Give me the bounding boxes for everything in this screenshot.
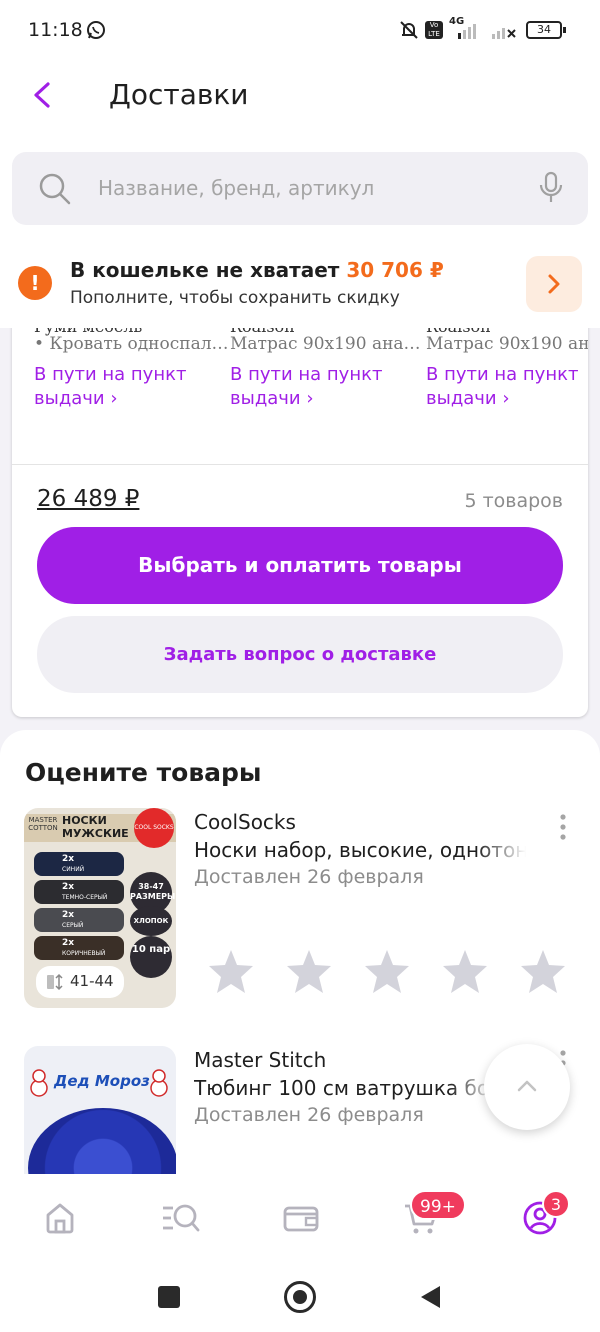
star-icon[interactable] [440, 948, 490, 1000]
pay-button-label: Выбрать и оплатить товары [138, 553, 462, 577]
cart-badge: 99+ [410, 1190, 466, 1220]
pairs-circle: 10 пар [130, 936, 172, 978]
row-3: 2x СЕРЫЙ [62, 910, 83, 931]
order-item-3-status[interactable]: В пути на пункт выдачи › [426, 363, 588, 411]
wallet-title: В кошельке не хватает [70, 258, 340, 282]
divider [12, 464, 588, 465]
warning-icon: ! [18, 266, 52, 300]
product-name: Тюбинг 100 см ватрушка большая [194, 1076, 494, 1100]
row-1: 2x СИНИЙ [62, 854, 84, 875]
wallet-subtitle: Пополните, чтобы сохранить скидку [70, 288, 400, 308]
order-item-1-status[interactable]: В пути на пункт выдачи › [34, 363, 209, 411]
order-item-2-name: Матрас 90х190 ана… [230, 334, 421, 354]
status-bar: 11:18 Vo LTE 4G 34 [0, 0, 600, 60]
whatsapp-icon [86, 20, 106, 44]
order-item-3-name: Матрас 90х190 ана [426, 334, 588, 354]
chevron-up-icon [513, 1074, 541, 1102]
brand-logo-text: MASTER COTTON [28, 816, 58, 832]
star-icon[interactable] [518, 948, 568, 1000]
status-time: 11:18 [28, 19, 83, 41]
star-icon[interactable] [362, 948, 412, 1000]
product-brand: CoolSocks [194, 810, 296, 834]
product-image[interactable]: Дед Мороз [24, 1046, 176, 1190]
search-bar[interactable]: Название, бренд, артикул [12, 152, 588, 225]
battery-tip [563, 27, 566, 33]
catalog-search-icon[interactable] [160, 1200, 202, 1240]
row-1-color: СИНИЙ [62, 866, 85, 873]
scroll-to-top-button[interactable] [484, 1044, 570, 1130]
product-delivered: Доставлен 26 февраля [194, 1104, 424, 1126]
star-icon[interactable] [206, 948, 256, 1000]
section-title: Оцените товары [25, 758, 262, 787]
back-button[interactable] [26, 78, 60, 112]
profile-badge-text: 3 [550, 1195, 562, 1214]
material-circle: ХЛОПОК [130, 906, 172, 936]
order-total[interactable]: 26 489 ₽ [37, 486, 139, 512]
size-badge: 41-44 [36, 966, 124, 998]
system-nav-bar [0, 1264, 600, 1332]
size-arrows-icon [46, 973, 64, 995]
recents-button[interactable] [158, 1286, 180, 1308]
product-name: Носки набор, высокие, однотонные [194, 838, 526, 862]
row-4: 2x КОРИЧНЕВЫЙ [62, 938, 105, 959]
pay-button[interactable]: Выбрать и оплатить товары [37, 527, 563, 604]
product-brand: Master Stitch [194, 1048, 327, 1072]
ask-delivery-button[interactable]: Задать вопрос о доставке [37, 616, 563, 693]
order-card: Руми мебель Roalson Roalson • Кровать од… [12, 300, 588, 717]
seal-text: COOL SOCKS [134, 824, 174, 831]
header: Доставки Название, бренд, артикул [0, 60, 600, 240]
volte-icon: Vo LTE [425, 21, 443, 39]
wallet-arrow-button[interactable] [526, 256, 582, 312]
row-3-qty: 2x [62, 910, 75, 920]
row-1-qty: 2x [62, 854, 75, 864]
battery-level: 34 [537, 23, 551, 36]
snowman-icon [26, 1068, 52, 1102]
ask-delivery-label: Задать вопрос о доставке [163, 644, 437, 665]
mute-icon [398, 19, 420, 45]
row-4-qty: 2x [62, 938, 75, 948]
star-icon[interactable] [284, 948, 334, 1000]
home-button[interactable] [284, 1281, 316, 1313]
cart-badge-text: 99+ [420, 1197, 456, 1217]
rating-stars[interactable] [206, 948, 576, 998]
size-badge-text: 41-44 [70, 972, 114, 990]
wallet-banner[interactable]: ! В кошельке не хватает 30 706 ₽ Пополни… [0, 240, 600, 328]
back-nav-button[interactable] [418, 1284, 442, 1314]
wallet-icon[interactable] [282, 1202, 320, 1238]
row-2-color: ТЕМНО-СЕРЫЙ [62, 894, 108, 901]
bottom-nav: 99+ 3 [0, 1174, 600, 1264]
battery-icon: 34 [526, 21, 562, 39]
more-options-icon[interactable] [552, 812, 574, 846]
microphone-icon[interactable] [538, 170, 564, 210]
wallet-amount: 30 706 ₽ [346, 258, 444, 282]
search-input[interactable]: Название, бренд, артикул [98, 176, 374, 200]
order-count: 5 товаров [464, 490, 563, 512]
row-4-color: КОРИЧНЕВЫЙ [62, 950, 106, 957]
row-2: 2x ТЕМНО-СЕРЫЙ [62, 882, 107, 903]
order-item-2-status[interactable]: В пути на пункт выдачи › [230, 363, 405, 411]
product-image-caption: Дед Мороз [54, 1072, 150, 1090]
page-title: Доставки [109, 78, 249, 111]
product-image[interactable]: MASTER COTTON НОСКИ МУЖСКИЕ COOL SOCKS 2… [24, 808, 176, 1008]
home-icon[interactable] [42, 1200, 78, 1240]
product-delivered: Доставлен 26 февраля [194, 866, 424, 888]
row-3-color: СЕРЫЙ [62, 922, 84, 929]
signal-icon [450, 22, 490, 44]
coolsocks-seal-icon: COOL SOCKS [134, 808, 174, 848]
socks-header-text: НОСКИ МУЖСКИЕ [62, 814, 129, 840]
signal-2-icon [490, 22, 518, 44]
profile-badge: 3 [542, 1190, 570, 1218]
snowman-icon [146, 1068, 172, 1102]
row-2-qty: 2x [62, 882, 75, 892]
order-item-1-name: • Кровать односпал… [34, 334, 229, 354]
search-icon [38, 172, 72, 210]
home-button-dot [293, 1290, 307, 1304]
